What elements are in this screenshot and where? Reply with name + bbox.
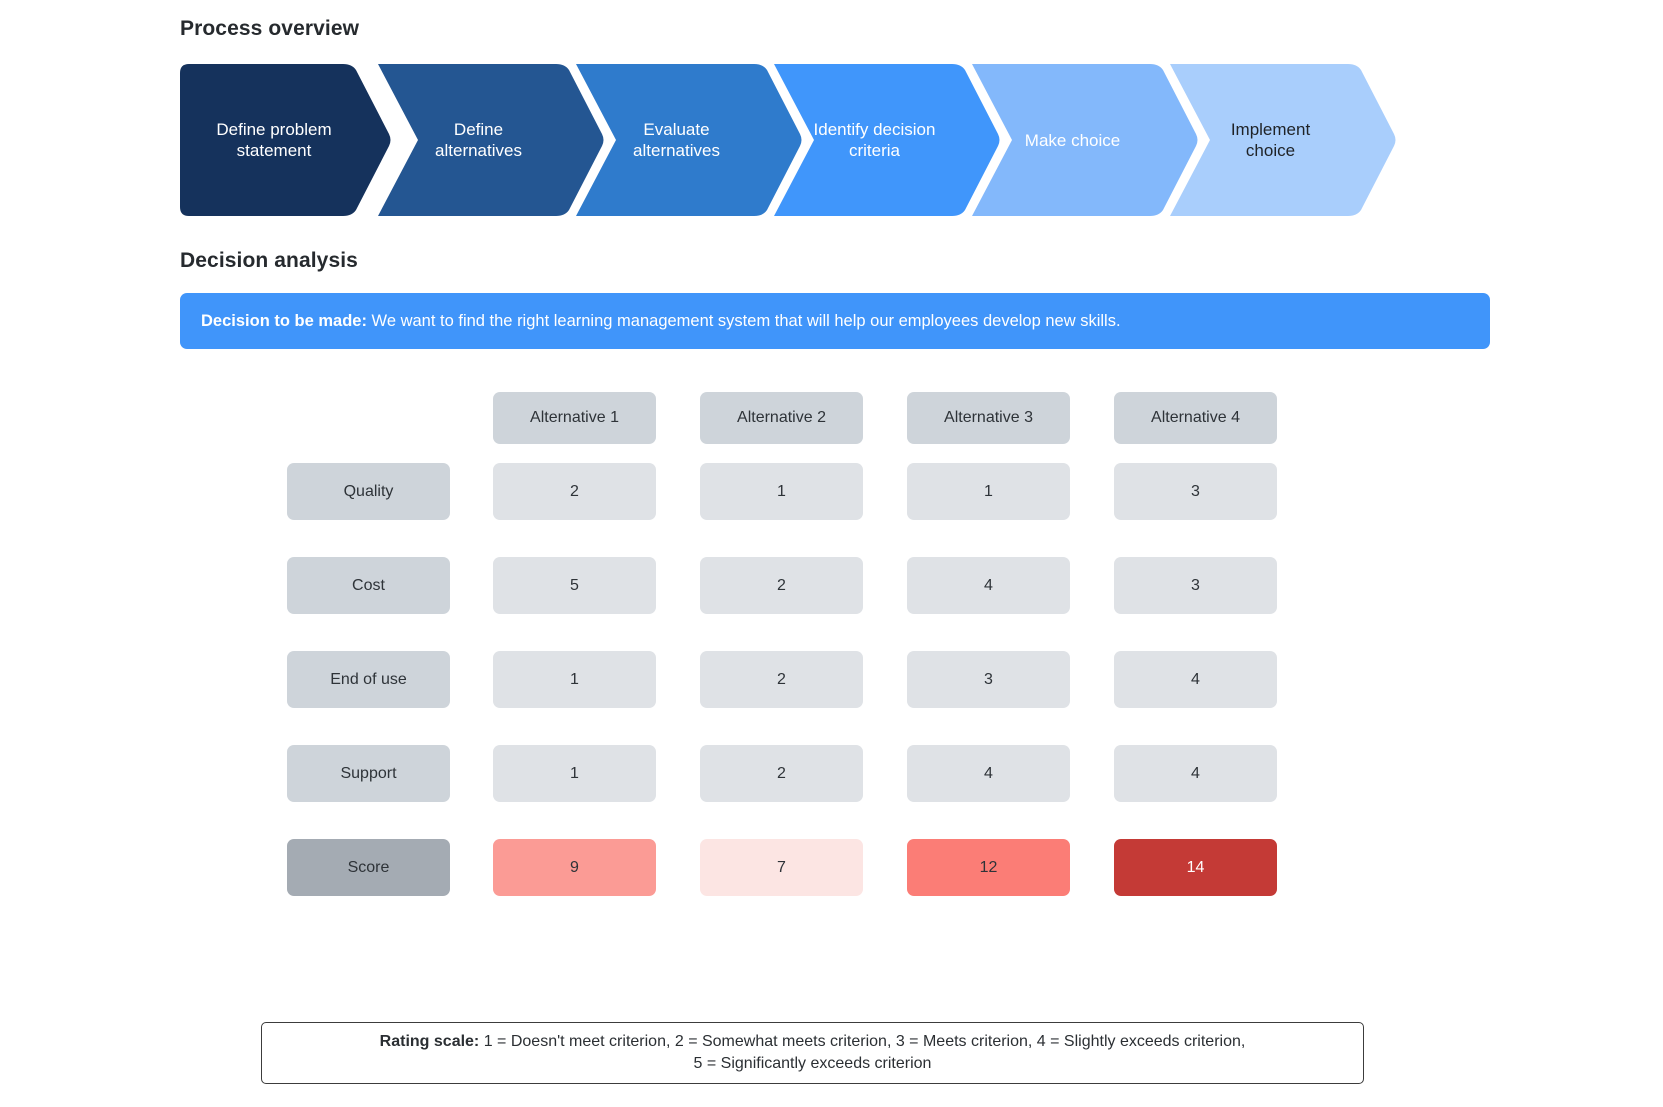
rating-scale-line2: 5 = Significantly exceeds criterion bbox=[693, 1055, 932, 1072]
matrix-column-header-2: Alternative 2 bbox=[700, 392, 863, 444]
rating-scale-label: Rating scale: bbox=[379, 1033, 480, 1050]
rating-scale-text: Rating scale: 1 = Doesn't meet criterion… bbox=[380, 1031, 1246, 1075]
matrix-cell-value: 4 bbox=[907, 557, 1070, 614]
matrix-cell-value: 5 bbox=[493, 557, 656, 614]
matrix-column-header-3: Alternative 3 bbox=[907, 392, 1070, 444]
matrix-cell-value: 2 bbox=[493, 463, 656, 520]
matrix-score-label: Score bbox=[287, 839, 450, 896]
decision-banner-body: We want to find the right learning manag… bbox=[366, 311, 1121, 330]
matrix-cell-value: 2 bbox=[700, 651, 863, 708]
matrix-cell-value: 1 bbox=[493, 745, 656, 802]
process-chevron-strip: Define problem statement Define alternati… bbox=[180, 64, 1490, 216]
process-step-label: Implement choice bbox=[1230, 120, 1311, 160]
matrix-header-row: Alternative 1 Alternative 2 Alternative 3 A… bbox=[180, 380, 1490, 455]
matrix-score-value: 14 bbox=[1114, 839, 1277, 896]
matrix-score-value: 12 bbox=[907, 839, 1070, 896]
matrix-cell-value: 1 bbox=[907, 463, 1070, 520]
matrix-score-row: Score 9 7 12 14 bbox=[180, 831, 1490, 925]
process-step-label: Identify decision criteria bbox=[813, 120, 936, 160]
matrix-cell-value: 3 bbox=[1114, 557, 1277, 614]
rating-scale-line1: 1 = Doesn't meet criterion, 2 = Somewhat… bbox=[479, 1033, 1246, 1050]
process-step-5: Make choice bbox=[972, 64, 1199, 216]
matrix-cell-value: 1 bbox=[700, 463, 863, 520]
matrix-row: Support 1 2 4 4 bbox=[180, 737, 1490, 831]
decision-to-be-made-banner: Decision to be made: We want to find the… bbox=[180, 293, 1490, 349]
process-step-3: Evaluate alternatives bbox=[576, 64, 803, 216]
process-step-6: Implement choice bbox=[1170, 64, 1397, 216]
matrix-cell-value: 3 bbox=[1114, 463, 1277, 520]
matrix-cell-value: 4 bbox=[907, 745, 1070, 802]
matrix-cell-value: 2 bbox=[700, 557, 863, 614]
decision-banner-text: Decision to be made: We want to find the… bbox=[201, 312, 1121, 331]
matrix-row: End of use 1 2 3 4 bbox=[180, 643, 1490, 737]
matrix-row: Quality 2 1 1 3 bbox=[180, 455, 1490, 549]
decision-analysis-heading: Decision analysis bbox=[180, 249, 358, 272]
process-overview-heading: Process overview bbox=[180, 17, 360, 40]
matrix-criterion-label: Support bbox=[287, 745, 450, 802]
process-decision-infographic: Process overview Define problem statemen… bbox=[0, 0, 1663, 1107]
process-step-label: Define problem statement bbox=[216, 120, 332, 160]
matrix-cell-value: 1 bbox=[493, 651, 656, 708]
matrix-cell-value: 4 bbox=[1114, 651, 1277, 708]
matrix-score-value: 9 bbox=[493, 839, 656, 896]
rating-scale-box: Rating scale: 1 = Doesn't meet criterion… bbox=[261, 1022, 1364, 1084]
matrix-column-header-1: Alternative 1 bbox=[493, 392, 656, 444]
matrix-criterion-label: Cost bbox=[287, 557, 450, 614]
matrix-score-value: 7 bbox=[700, 839, 863, 896]
decision-matrix: Alternative 1 Alternative 2 Alternative 3 A… bbox=[180, 380, 1490, 925]
matrix-column-header-4: Alternative 4 bbox=[1114, 392, 1277, 444]
matrix-row: Cost 5 2 4 3 bbox=[180, 549, 1490, 643]
matrix-criterion-label: End of use bbox=[287, 651, 450, 708]
process-step-label: Evaluate alternatives bbox=[633, 120, 720, 160]
process-step-label: Define alternatives bbox=[435, 120, 522, 160]
process-step-4: Identify decision criteria bbox=[774, 64, 1001, 216]
matrix-criterion-label: Quality bbox=[287, 463, 450, 520]
decision-banner-label: Decision to be made: bbox=[201, 311, 367, 330]
matrix-cell-value: 4 bbox=[1114, 745, 1277, 802]
process-step-2: Define alternatives bbox=[378, 64, 605, 216]
process-step-label: Make choice bbox=[1024, 130, 1121, 150]
process-step-1: Define problem statement bbox=[180, 64, 392, 216]
matrix-cell-value: 3 bbox=[907, 651, 1070, 708]
matrix-cell-value: 2 bbox=[700, 745, 863, 802]
